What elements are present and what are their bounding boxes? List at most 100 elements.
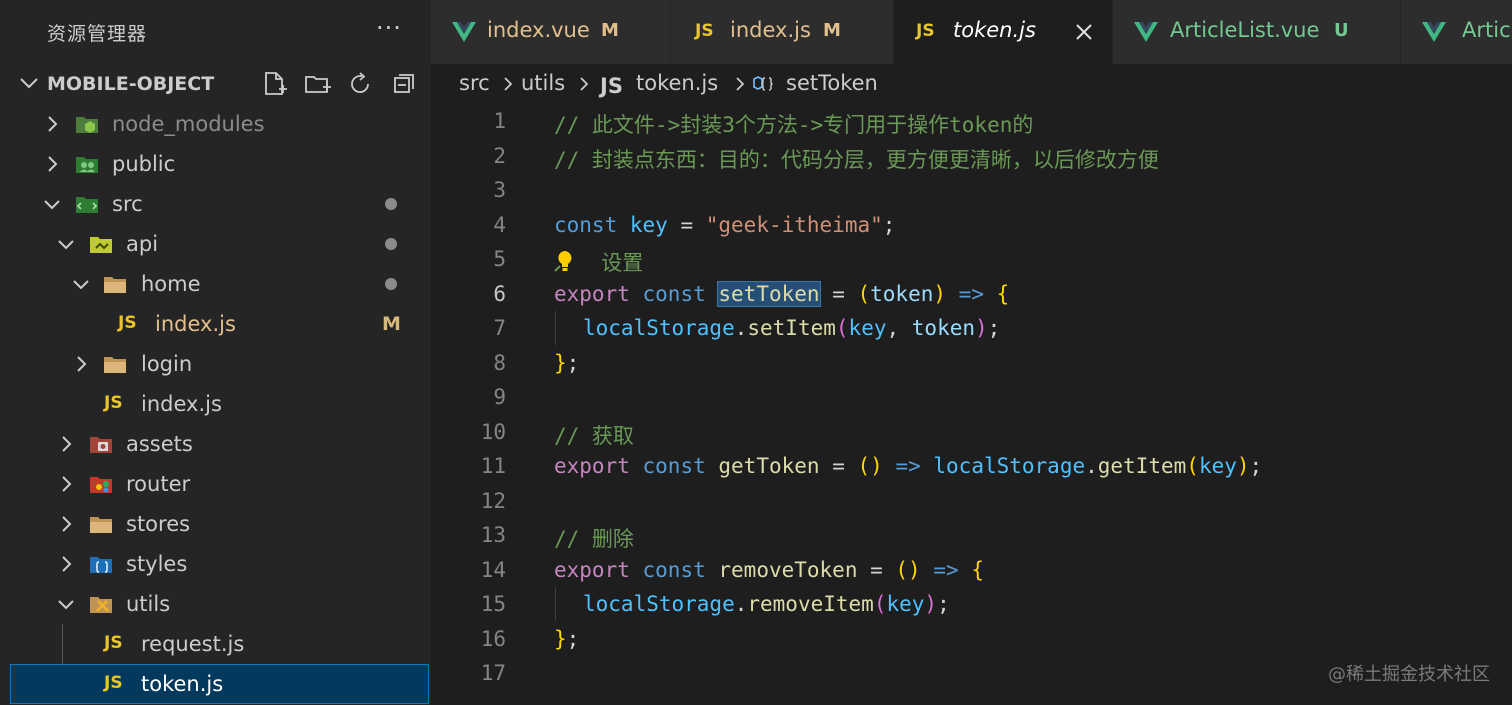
- tree-item-home-index-js[interactable]: JS index.js M: [0, 304, 431, 344]
- chevron-down-icon: [58, 240, 74, 250]
- tree-item-stores[interactable]: stores: [0, 504, 431, 544]
- tab-index-vue[interactable]: index.vue M: [431, 0, 671, 64]
- line-number: 10: [480, 419, 506, 444]
- line-number: 14: [480, 557, 506, 582]
- explorer-title: 资源管理器: [47, 23, 148, 45]
- code-text: const key = "geek-itheima";: [554, 212, 896, 237]
- breadcrumb: src utils JS token.js setToken: [431, 64, 1512, 104]
- code-line: 13 // 删除: [431, 518, 1512, 552]
- refresh-icon[interactable]: [346, 70, 374, 98]
- tab-modified-badge: M: [823, 20, 841, 41]
- tab-label: ArticleList.vue: [1170, 18, 1320, 42]
- tab-token-js[interactable]: JS token.js: [894, 0, 1113, 64]
- tree-item-utils[interactable]: utils: [0, 584, 431, 624]
- js-file-icon: JS: [118, 313, 137, 333]
- code-line: 1 // 此文件->封装3个方法->专门用于操作token的: [431, 104, 1512, 138]
- tree-item-label: router: [126, 472, 191, 496]
- tree-item-api[interactable]: api: [0, 224, 431, 264]
- breadcrumb-item[interactable]: src: [459, 71, 490, 95]
- code-text: localStorage.setItem(key, token);: [583, 316, 1001, 340]
- line-number: 16: [480, 626, 506, 651]
- tree-item-styles[interactable]: styles: [0, 544, 431, 584]
- chevron-down-icon: [44, 200, 60, 210]
- code-line: 9: [431, 380, 1512, 414]
- tree-item-login[interactable]: login: [0, 344, 431, 384]
- new-file-icon[interactable]: [260, 70, 288, 98]
- lightbulb-icon[interactable]: [552, 249, 576, 275]
- tab-label: index.vue: [487, 18, 590, 42]
- explorer-header: 资源管理器 ···: [0, 0, 431, 64]
- code-line: 11 export const getToken = () => localSt…: [431, 449, 1512, 483]
- tree-item-label: home: [141, 272, 201, 296]
- chevron-right-icon: [580, 77, 589, 91]
- tree-item-src[interactable]: src: [0, 184, 431, 224]
- code-comment: // 删除: [554, 527, 634, 551]
- symbol-variable-icon: [753, 76, 776, 91]
- tree-item-label: index.js: [155, 312, 236, 336]
- breadcrumb-item[interactable]: utils: [521, 71, 565, 95]
- line-number: 7: [493, 316, 506, 340]
- tab-index-js[interactable]: JS index.js M: [671, 0, 894, 64]
- tree-item-label: index.js: [141, 392, 222, 416]
- code-line: 5 设置: [431, 242, 1512, 276]
- tree-item-public[interactable]: public: [0, 144, 431, 184]
- code-editor[interactable]: 1 // 此文件->封装3个方法->专门用于操作token的 2 // 封装点东…: [431, 104, 1512, 705]
- tree-item-label: api: [126, 232, 159, 256]
- modified-badge: M: [382, 313, 401, 335]
- code-line: 15 localStorage.removeItem(key);: [431, 587, 1512, 621]
- tree-item-api-index-js[interactable]: JS index.js: [0, 384, 431, 424]
- code-text: export const getToken = () => localStora…: [554, 454, 1263, 478]
- tree-item-request-js[interactable]: JS request.js: [0, 624, 431, 664]
- explorer-sidebar: 资源管理器 ··· MOBILE-OBJECT node_modules pub…: [0, 0, 431, 705]
- tree-item-label: assets: [126, 432, 193, 456]
- folder-icon: [104, 277, 126, 293]
- folder-icon: [90, 517, 112, 533]
- editor-area: index.vue M JS index.js M JS token.js Ar…: [431, 0, 1512, 705]
- code-line: 2 // 封装点东西：目的：代码分层，更方便更清晰，以后修改方便: [431, 139, 1512, 173]
- vue-icon: [1134, 22, 1158, 42]
- code-line: 3: [431, 173, 1512, 207]
- tree-item-home[interactable]: home: [0, 264, 431, 304]
- chevron-down-icon: [20, 78, 38, 89]
- utils-folder-icon: [90, 597, 112, 613]
- project-header[interactable]: MOBILE-OBJECT: [0, 64, 431, 104]
- breadcrumb-item[interactable]: token.js: [636, 71, 718, 95]
- chevron-right-icon: [736, 77, 745, 91]
- code-text: localStorage.removeItem(key);: [583, 592, 950, 616]
- code-line: 12: [431, 484, 1512, 518]
- line-number: 11: [480, 454, 506, 478]
- code-line: 10 // 获取: [431, 415, 1512, 449]
- code-comment: // 获取: [554, 423, 634, 448]
- more-actions-icon[interactable]: ···: [376, 14, 402, 42]
- chevron-down-icon: [58, 600, 74, 610]
- line-number: 4: [493, 212, 506, 237]
- code-comment: 设置: [552, 247, 643, 277]
- breadcrumb-item[interactable]: setToken: [786, 71, 878, 95]
- code-comment: // 此文件->封装3个方法->专门用于操作token的: [554, 113, 1034, 137]
- collapse-all-icon[interactable]: [391, 70, 419, 98]
- vue-icon: [452, 22, 476, 42]
- new-folder-icon[interactable]: [303, 70, 331, 98]
- js-icon: JS: [695, 21, 714, 41]
- code-line: 6 export const setToken = (token) => {: [431, 277, 1512, 311]
- line-number: 5: [493, 247, 506, 271]
- vue-icon: [1422, 22, 1446, 42]
- tree-item-assets[interactable]: assets: [0, 424, 431, 464]
- close-icon[interactable]: [1074, 22, 1094, 42]
- modified-dot: [385, 198, 397, 210]
- tab-articlelist-vue[interactable]: ArticleList.vue U: [1113, 0, 1401, 64]
- node-folder-icon: [76, 117, 98, 133]
- code-line: 7 localStorage.setItem(key, token);: [431, 311, 1512, 345]
- tree-item-router[interactable]: router: [0, 464, 431, 504]
- chevron-right-icon: [62, 516, 72, 532]
- tab-artic-truncated[interactable]: Artic: [1401, 0, 1512, 64]
- line-number: 15: [480, 592, 506, 616]
- tree-item-token-js[interactable]: JS token.js: [10, 664, 429, 704]
- tree-item-label: public: [112, 152, 176, 176]
- tab-untracked-badge: U: [1334, 20, 1349, 41]
- tree-item-node-modules[interactable]: node_modules: [0, 104, 431, 144]
- chevron-right-icon: [62, 436, 72, 452]
- line-number: 13: [480, 523, 506, 547]
- line-number: 12: [480, 488, 506, 513]
- tree-item-label: login: [141, 352, 193, 376]
